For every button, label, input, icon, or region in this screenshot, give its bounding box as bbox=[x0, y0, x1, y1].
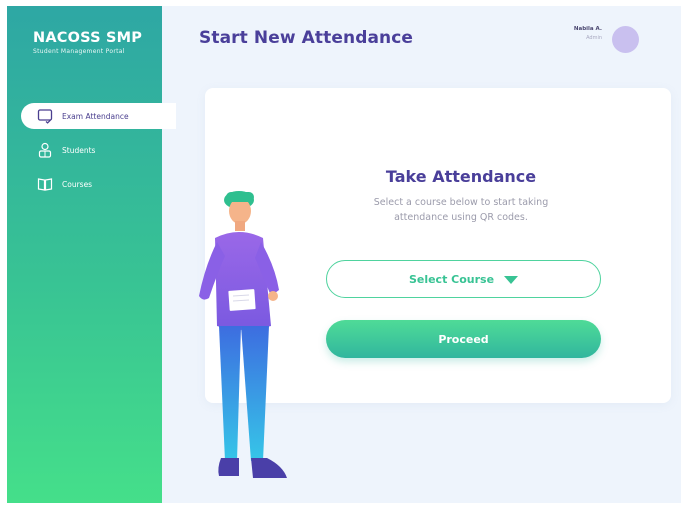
sidebar-item-students[interactable]: Students bbox=[7, 137, 162, 163]
sidebar-item-exam-attendance[interactable]: Exam Attendance bbox=[21, 103, 176, 129]
select-course-dropdown[interactable]: Select Course bbox=[326, 260, 601, 298]
avatar[interactable] bbox=[612, 26, 639, 53]
sidebar-item-label: Students bbox=[62, 145, 96, 155]
user-info: Nabila A. Admin bbox=[547, 26, 602, 41]
monitor-check-icon bbox=[37, 108, 53, 124]
user-icon bbox=[37, 142, 53, 158]
person-illustration bbox=[199, 191, 287, 478]
user-role: Admin bbox=[586, 35, 602, 41]
card-description-line: Select a course below to start taking bbox=[373, 197, 549, 208]
sidebar-item-label: Exam Attendance bbox=[62, 111, 129, 121]
app-window: NACOSS SMP Student Management Portal Exa… bbox=[7, 6, 681, 503]
user-name: Nabila A. bbox=[573, 26, 602, 32]
page-title: Start New Attendance bbox=[199, 28, 414, 48]
proceed-button[interactable]: Proceed bbox=[326, 320, 601, 358]
sidebar-item-label: Courses bbox=[62, 179, 93, 189]
caret-down-icon bbox=[504, 276, 519, 284]
brand-subtitle: Student Management Portal bbox=[33, 48, 125, 55]
card-title: Take Attendance bbox=[385, 167, 537, 186]
brand-title: NACOSS SMP bbox=[33, 30, 143, 46]
book-icon bbox=[37, 176, 53, 192]
sidebar-item-courses[interactable]: Courses bbox=[7, 171, 162, 197]
sidebar-nav: Exam Attendance Students Courses bbox=[7, 103, 176, 205]
card-description-line: attendance using QR codes. bbox=[394, 212, 528, 223]
brand: NACOSS SMP Student Management Portal bbox=[33, 30, 142, 55]
select-course-label: Select Course bbox=[408, 272, 495, 286]
sidebar: NACOSS SMP Student Management Portal Exa… bbox=[7, 6, 176, 503]
